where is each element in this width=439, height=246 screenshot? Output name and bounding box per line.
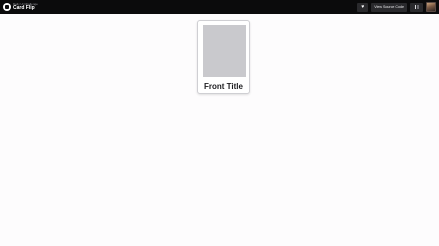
heart-button[interactable]: ♥ [357,2,369,12]
menu-icon-secondary [417,5,419,9]
menu-button[interactable] [410,2,423,12]
view-source-button[interactable]: View Source Code [371,2,407,12]
flip-card[interactable]: Front Title [197,20,250,94]
avatar[interactable] [426,2,436,12]
card-image-placeholder [203,25,246,77]
title-stack: Daily UI Challenge Card Flip [13,3,38,11]
logo-icon [3,3,11,11]
menu-icon [414,5,416,9]
header-controls: ♥ View Source Code [357,2,436,12]
top-bar: Daily UI Challenge Card Flip ♥ View Sour… [0,0,439,14]
heart-icon: ♥ [361,4,365,10]
brand[interactable]: Daily UI Challenge Card Flip [3,3,38,11]
card-front-title: Front Title [204,82,243,91]
app-title: Card Flip [13,5,35,11]
